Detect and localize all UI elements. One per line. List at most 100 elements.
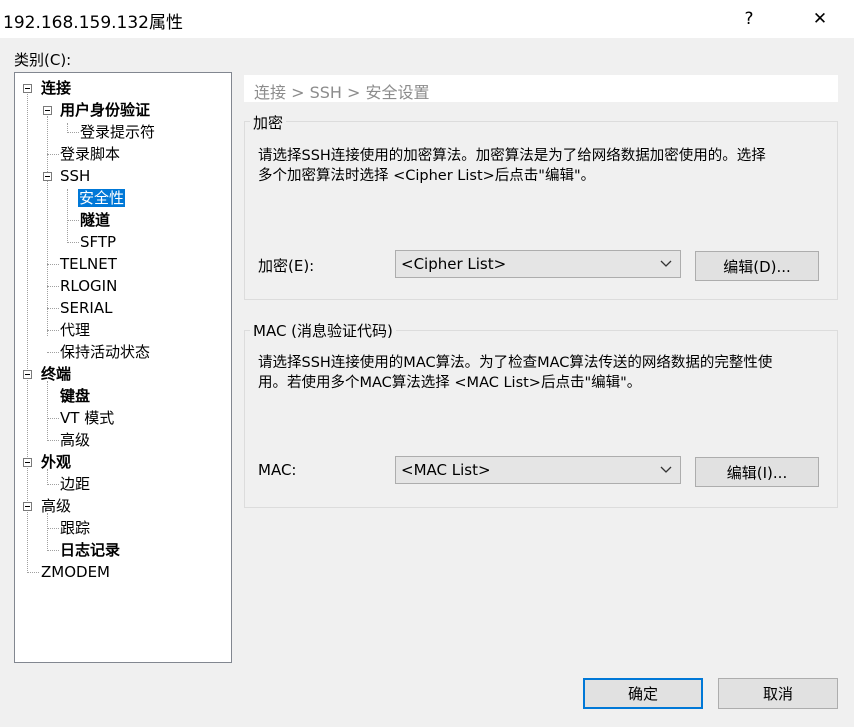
collapse-icon[interactable] (23, 502, 32, 511)
collapse-icon[interactable] (23, 458, 32, 467)
tree-connector (47, 550, 59, 551)
cipher-edit-label: 编辑(D)... (723, 257, 791, 276)
cancel-label: 取消 (762, 685, 793, 703)
tree-item-label: TELNET (60, 255, 117, 273)
tree-connector (47, 440, 59, 441)
tree-item-terminal[interactable]: 终端 (41, 364, 71, 384)
tree-item-proxy[interactable]: 代理 (60, 320, 90, 340)
tree-connector (47, 264, 59, 265)
tree-connector (47, 116, 48, 336)
tree-item-appearance[interactable]: 外观 (41, 452, 71, 472)
tree-item-telnet[interactable]: TELNET (60, 254, 117, 274)
cipher-edit-button[interactable]: 编辑(D)... (695, 251, 819, 281)
tree-item-logging[interactable]: 日志记录 (60, 540, 120, 560)
tree-connector (47, 528, 59, 529)
tree-item-vt-mode[interactable]: VT 模式 (60, 408, 114, 428)
tree-item-label: 日志记录 (60, 541, 121, 559)
encryption-description-line2: 多个加密算法时选择 <Cipher List>后点击"编辑"。 (258, 168, 596, 184)
tree-connector (47, 381, 48, 441)
collapse-icon[interactable] (43, 106, 52, 115)
tree-item-keyboard[interactable]: 键盘 (60, 386, 90, 406)
encryption-description-line1: 请选择SSH连接使用的加密算法。加密算法是为了给网络数据加密使用的。选择 (258, 148, 766, 164)
help-icon: ? (744, 9, 754, 29)
tree-item-label: 跟踪 (60, 519, 91, 537)
tree-item-label: VT 模式 (60, 409, 115, 427)
tree-item-label: 用户身份验证 (60, 101, 151, 119)
tree-connector (47, 154, 59, 155)
tree-connector (67, 132, 79, 133)
tree-item-label: SERIAL (60, 299, 113, 317)
chevron-down-icon (660, 260, 672, 267)
tree-item-ssh[interactable]: SSH (60, 166, 90, 186)
tree-connector (67, 220, 79, 221)
tree-item-label: RLOGIN (60, 277, 118, 295)
chevron-down-icon (660, 466, 672, 473)
cipher-select[interactable]: <Cipher List> (395, 250, 681, 278)
tree-item-sftp[interactable]: SFTP (80, 232, 116, 252)
tree-connector (47, 308, 59, 309)
tree-item-label: 外观 (41, 453, 72, 471)
tree-item-terminal-advanced[interactable]: 高级 (60, 430, 90, 450)
tree-item-label: 安全性 (78, 189, 126, 207)
mac-label: MAC: (258, 461, 297, 479)
category-tree[interactable]: 连接 用户身份验证 登录提示符 登录脚本 SSH 安全性 隧道 SFTP TEL… (14, 72, 232, 663)
tree-item-serial[interactable]: SERIAL (60, 298, 112, 318)
properties-dialog: 192.168.159.132属性 ? ✕ 类别(C): 连接 用户身份验证 登… (0, 0, 854, 727)
encryption-legend: 加密 (250, 112, 287, 133)
tree-connector (47, 286, 59, 287)
tree-connector (27, 94, 28, 571)
help-button[interactable]: ? (726, 0, 772, 38)
tree-item-label: 键盘 (60, 387, 91, 405)
tree-item-label: 连接 (41, 79, 72, 97)
tree-item-label: ZMODEM (41, 563, 110, 581)
collapse-icon[interactable] (23, 370, 32, 379)
tree-item-tunnel[interactable]: 隧道 (80, 210, 110, 230)
mac-description-line2: 用。若使用多个MAC算法选择 <MAC List>后点击"编辑"。 (258, 375, 642, 391)
cipher-select-value: <Cipher List> (401, 255, 507, 273)
tree-item-label: 高级 (41, 497, 72, 515)
tree-item-label: SFTP (80, 233, 117, 251)
collapse-icon[interactable] (43, 172, 52, 181)
tree-item-zmodem[interactable]: ZMODEM (41, 562, 110, 582)
title-bar: 192.168.159.132属性 ? ✕ (0, 0, 854, 38)
tree-item-label: 保持活动状态 (60, 343, 151, 361)
ok-label: 确定 (627, 685, 658, 703)
mac-legend: MAC (消息验证代码) (250, 320, 396, 341)
cancel-button[interactable]: 取消 (718, 678, 838, 709)
tree-item-trace[interactable]: 跟踪 (60, 518, 90, 538)
breadcrumb: 连接 > SSH > 安全设置 (244, 75, 838, 102)
mac-select[interactable]: <MAC List> (395, 456, 681, 484)
tree-item-login-prompt[interactable]: 登录提示符 (80, 122, 155, 142)
collapse-icon[interactable] (23, 84, 32, 93)
window-title: 192.168.159.132属性 (3, 13, 184, 33)
tree-item-label: 终端 (41, 365, 72, 383)
tree-item-user-auth[interactable]: 用户身份验证 (60, 100, 150, 120)
tree-item-label: 边距 (60, 475, 91, 493)
tree-item-rlogin[interactable]: RLOGIN (60, 276, 117, 296)
tree-item-margin[interactable]: 边距 (60, 474, 90, 494)
tree-item-label: 登录脚本 (60, 145, 121, 163)
tree-connector (47, 513, 48, 549)
tree-item-advanced[interactable]: 高级 (41, 496, 71, 516)
tree-connector (47, 330, 59, 331)
encryption-label: 加密(E): (258, 257, 315, 275)
close-button[interactable]: ✕ (797, 0, 843, 38)
mac-description-line1: 请选择SSH连接使用的MAC算法。为了检查MAC算法传送的网络数据的完整性使 (258, 355, 773, 371)
tree-item-connect[interactable]: 连接 (41, 78, 71, 98)
tree-item-label: 登录提示符 (80, 123, 156, 141)
breadcrumb-text: 连接 > SSH > 安全设置 (254, 83, 430, 102)
tree-item-keepalive[interactable]: 保持活动状态 (60, 342, 150, 362)
tree-item-label: 隧道 (80, 211, 111, 229)
tree-item-security[interactable]: 安全性 (78, 188, 126, 208)
close-icon: ✕ (812, 9, 828, 29)
mac-edit-label: 编辑(I)... (726, 463, 788, 482)
tree-item-label: 高级 (60, 431, 91, 449)
tree-item-label: 代理 (60, 321, 91, 339)
mac-select-value: <MAC List> (401, 461, 491, 479)
mac-edit-button[interactable]: 编辑(I)... (695, 457, 819, 487)
tree-connector (47, 484, 59, 485)
tree-connector (67, 242, 79, 243)
tree-connector (47, 418, 59, 419)
ok-button[interactable]: 确定 (583, 678, 703, 709)
tree-item-login-script[interactable]: 登录脚本 (60, 144, 120, 164)
